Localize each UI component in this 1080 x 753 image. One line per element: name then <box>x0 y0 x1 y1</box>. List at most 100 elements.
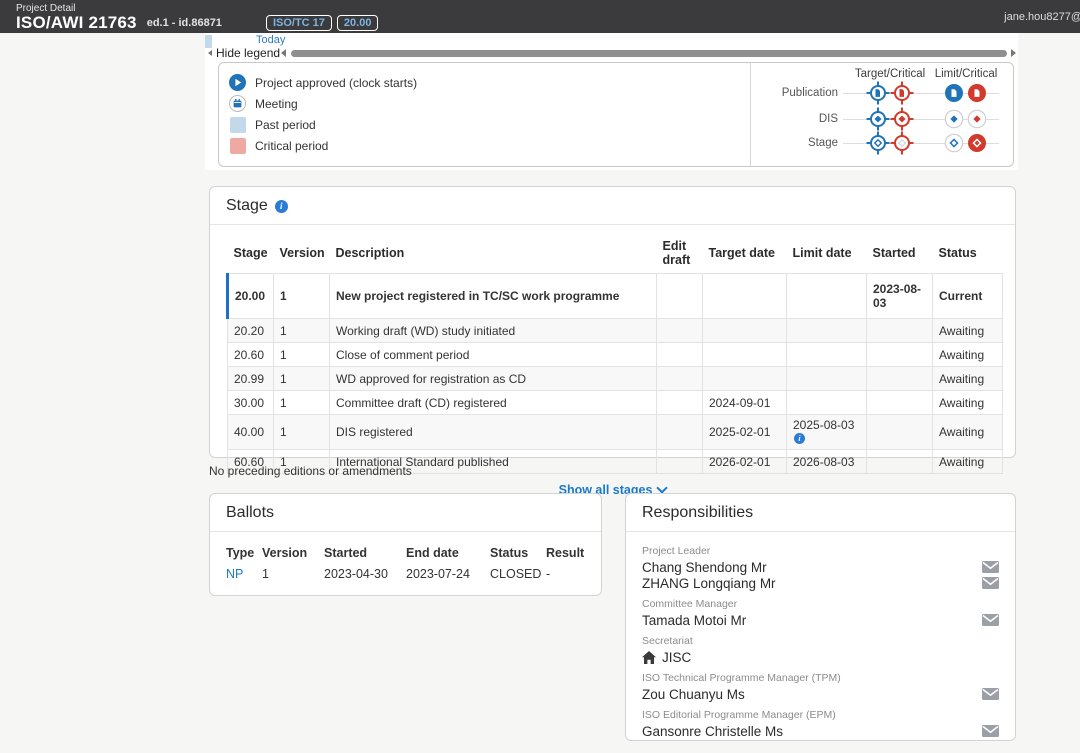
legend-item-label: Past period <box>255 118 316 132</box>
stage-cell <box>703 343 787 367</box>
app-header: Project Detail ISO/AWI 21763 ed.1 - id.8… <box>0 0 1080 33</box>
legend-item: Project approved (clock starts) <box>229 72 750 93</box>
marker-legend-row: Publication <box>751 81 1013 106</box>
ballots-column-header: End date <box>406 544 490 562</box>
filled-circle-doc-blue-icon <box>945 84 964 103</box>
stage-cell <box>703 367 787 391</box>
stage-cell: WD approved for registration as CD <box>330 367 657 391</box>
stage-cell <box>867 367 933 391</box>
person-name: Gansonre Christelle Ms <box>642 724 783 739</box>
stage-cell: Working draft (WD) study initiated <box>330 319 657 343</box>
legend-item: Past period <box>229 114 750 135</box>
filled-circle-diamond-outline-red-icon <box>968 134 987 153</box>
stage-cell <box>787 274 867 319</box>
stage-column-header: Stage <box>228 235 274 274</box>
stage-cell <box>657 391 703 415</box>
ballots-header-row: TypeVersionStartedEnd dateStatusResult <box>226 544 587 562</box>
no-preceding-note: No preceding editions or amendments <box>209 464 412 478</box>
ballots-cell: - <box>546 562 587 583</box>
stage-cell: New project registered in TC/SC work pro… <box>330 274 657 319</box>
committee-badge[interactable]: ISO/TC 17 <box>266 15 332 31</box>
stage-cell: 1 <box>274 319 330 343</box>
ballot-type-link[interactable]: NP <box>226 567 243 581</box>
mail-icon[interactable] <box>982 688 999 700</box>
circle-diamond-outline-blue-icon <box>945 134 964 153</box>
responsibility-person: Chang Shendong Mr <box>642 559 999 575</box>
stage-cell: 1 <box>274 415 330 450</box>
stage-info-icon[interactable]: i <box>275 200 288 213</box>
limit-date-info-icon[interactable]: i <box>794 433 805 444</box>
legend-items: Project approved (clock starts) Meeting Pa… <box>219 63 751 166</box>
person-name-wrap: Zou Chuanyu Ms <box>642 687 745 702</box>
timeline-horizontal-scrollbar[interactable] <box>291 50 1007 57</box>
responsibility-person: Tamada Motoi Mr <box>642 612 999 628</box>
past-period-swatch <box>229 116 246 133</box>
stage-cell: 2023-08-03 <box>867 274 933 319</box>
user-account-label[interactable]: jane.hou8277@ <box>1004 11 1080 23</box>
stage-cell: 2026-02-01 <box>703 450 787 474</box>
stage-cell <box>787 391 867 415</box>
responsibility-group: ISO Technical Programme Manager (TPM) Zou… <box>642 672 999 702</box>
responsibility-person: ZHANG Longqiang Mr <box>642 575 999 591</box>
ballots-table-row: NP12023-04-302023-07-24CLOSED- <box>226 562 587 583</box>
stage-badge[interactable]: 20.00 <box>337 15 379 31</box>
hide-legend-button[interactable]: Hide legend <box>208 46 280 60</box>
stage-cell: Awaiting <box>933 415 1003 450</box>
stage-cell: 1 <box>274 391 330 415</box>
stage-column-header: Edit draft <box>657 235 703 274</box>
legend-item-label: Meeting <box>255 97 298 111</box>
responsibility-person: Zou Chuanyu Ms <box>642 686 999 702</box>
stage-section-title: Stage <box>226 197 268 215</box>
stage-table-row: 40.001DIS registered2025-02-012025-08-03… <box>228 415 1003 450</box>
stage-cell <box>787 343 867 367</box>
stage-cell: 2025-02-01 <box>703 415 787 450</box>
stage-cell: 2024-09-01 <box>703 391 787 415</box>
scroll-right-icon[interactable] <box>1011 49 1016 57</box>
ballots-cell: NP <box>226 562 262 583</box>
responsibility-group: Project Leader Chang Shendong MrZHANG Lon… <box>642 545 999 591</box>
mail-icon[interactable] <box>982 561 999 573</box>
stage-table-row: 20.991WD approved for registration as CD… <box>228 367 1003 391</box>
ballots-panel: Ballots TypeVersionStartedEnd dateStatus… <box>209 493 602 596</box>
ballots-table: TypeVersionStartedEnd dateStatusResult N… <box>226 544 587 583</box>
stage-cell <box>787 367 867 391</box>
mail-icon[interactable] <box>982 614 999 626</box>
legend-item: Meeting <box>229 93 750 114</box>
stage-cell <box>867 391 933 415</box>
crosshair-diamond-blue-icon <box>867 108 890 131</box>
chevron-down-icon <box>657 482 668 493</box>
crosshair-diamond-red-icon <box>891 108 914 131</box>
ballots-column-header: Type <box>226 544 262 562</box>
person-name: JISC <box>662 650 691 665</box>
collapse-left-icon <box>208 50 212 56</box>
ballots-section-title: Ballots <box>226 504 274 522</box>
stage-cell <box>657 274 703 319</box>
crosshair-doc-blue-icon <box>867 82 890 105</box>
stage-cell: Awaiting <box>933 367 1003 391</box>
person-name-wrap: Gansonre Christelle Ms <box>642 724 783 739</box>
stage-cell <box>787 319 867 343</box>
mail-icon[interactable] <box>982 577 999 589</box>
stage-cell <box>657 343 703 367</box>
home-icon <box>642 651 656 664</box>
limit-critical-header: Limit/Critical <box>924 68 1008 80</box>
responsibility-role-label: Project Leader <box>642 545 999 557</box>
stage-table-row: 20.601Close of comment periodAwaiting <box>228 343 1003 367</box>
ballots-table-body: NP12023-04-302023-07-24CLOSED- <box>226 562 587 583</box>
stage-cell: 1 <box>274 367 330 391</box>
stage-cell: DIS registered <box>330 415 657 450</box>
ballots-cell: CLOSED <box>490 562 546 583</box>
mail-icon[interactable] <box>982 725 999 737</box>
person-name: ZHANG Longqiang Mr <box>642 576 776 591</box>
stage-cell: 2026-08-03 <box>787 450 867 474</box>
crosshair-doc-red-icon <box>891 82 914 105</box>
crosshair-diamond-outline-red-icon <box>891 132 914 155</box>
today-marker-label: Today <box>256 34 285 46</box>
stage-cell: 20.60 <box>228 343 274 367</box>
scroll-left-icon[interactable] <box>281 49 286 57</box>
stage-cell <box>867 319 933 343</box>
responsibility-role-label: ISO Technical Programme Manager (TPM) <box>642 672 999 684</box>
stage-table-body: 20.001New project registered in TC/SC wo… <box>228 274 1003 474</box>
legend-item-label: Critical period <box>255 139 328 153</box>
stage-cell: 30.00 <box>228 391 274 415</box>
